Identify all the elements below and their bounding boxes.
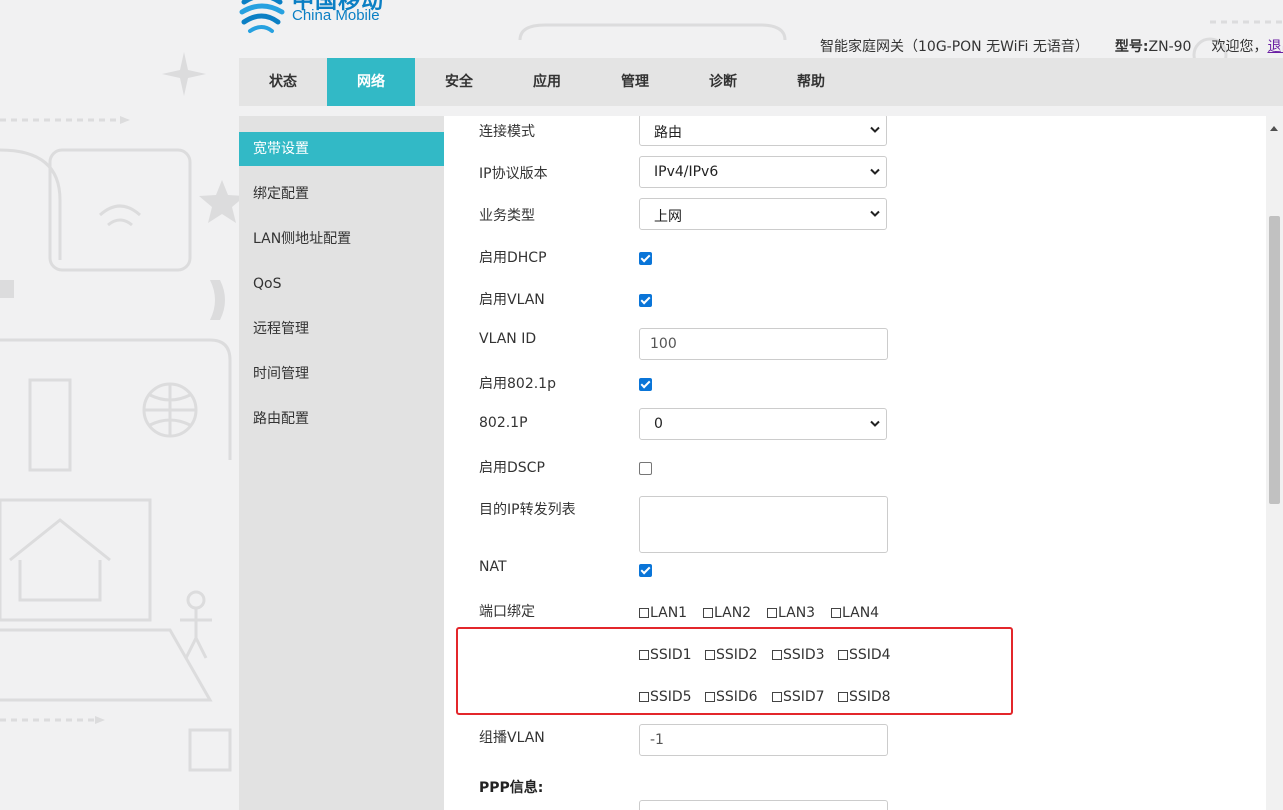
multicast-vlan-input[interactable]: -1 (639, 724, 888, 756)
scroll-thumb[interactable] (1269, 216, 1280, 504)
enable-dhcp-checkbox[interactable] (639, 252, 652, 265)
service-type-label: 业务类型 (479, 208, 535, 224)
enable-vlan-label: 启用VLAN (479, 292, 545, 308)
china-mobile-logo: 中国移动 China Mobile (238, 0, 398, 40)
p8021-select[interactable]: 0 (639, 408, 887, 440)
connection-mode-label: 连接模式 (479, 124, 535, 140)
vlan-id-value: 100 (650, 336, 677, 352)
port-option-ssid5[interactable]: SSID5 (639, 689, 692, 705)
port-option-lan3[interactable]: LAN3 (767, 605, 815, 621)
tab-application[interactable]: 应用 (503, 58, 591, 106)
connection-mode-value: 路由 (654, 125, 682, 141)
port-option-ssid8[interactable]: SSID8 (838, 689, 891, 705)
enable-vlan-checkbox[interactable] (639, 294, 652, 307)
tab-network[interactable]: 网络 (327, 58, 415, 106)
p8021-label: 802.1P (479, 415, 528, 431)
ip-version-label: IP协议版本 (479, 166, 548, 182)
vlan-id-label: VLAN ID (479, 331, 537, 347)
vlan-id-input[interactable]: 100 (639, 328, 888, 360)
sidebar-item-routing[interactable]: 路由配置 (239, 402, 444, 436)
checkbox-icon (703, 608, 713, 618)
connection-mode-select[interactable]: 路由 (639, 116, 887, 146)
header: 中国移动 China Mobile 智能家庭网关（10G-PON 无WiFi 无… (0, 0, 1283, 58)
ppp-username-input[interactable] (639, 800, 888, 810)
port-option-ssid7[interactable]: SSID7 (772, 689, 825, 705)
checkbox-icon (838, 692, 848, 702)
port-option-ssid3[interactable]: SSID3 (772, 647, 825, 663)
chevron-down-icon (870, 126, 880, 133)
checkbox-icon (705, 650, 715, 660)
nat-checkbox[interactable] (639, 564, 652, 577)
tab-management[interactable]: 管理 (591, 58, 679, 106)
ppp-info-heading: PPP信息: (479, 780, 544, 796)
port-option-ssid6[interactable]: SSID6 (705, 689, 758, 705)
sidebar-item-binding[interactable]: 绑定配置 (239, 177, 444, 211)
checkbox-icon (705, 692, 715, 702)
port-option-ssid2[interactable]: SSID2 (705, 647, 758, 663)
tab-help[interactable]: 帮助 (767, 58, 855, 106)
header-info: 智能家庭网关（10G-PON 无WiFi 无语音） 型号:ZN-90 欢迎您，退出 (820, 36, 1283, 56)
p8021-value: 0 (654, 416, 663, 432)
sidebar-item-lan-address[interactable]: LAN侧地址配置 (239, 222, 444, 256)
enable-8021p-label: 启用802.1p (479, 376, 556, 392)
checkbox-icon (831, 608, 841, 618)
checkbox-icon (838, 650, 848, 660)
sidebar-item-qos[interactable]: QoS (239, 267, 444, 301)
chevron-down-icon (870, 210, 880, 217)
sidebar-item-time-management[interactable]: 时间管理 (239, 357, 444, 391)
top-nav: 状态 网络 安全 应用 管理 诊断 帮助 (239, 58, 1283, 106)
model-label: 型号: (1114, 39, 1149, 55)
port-binding-label: 端口绑定 (479, 604, 535, 620)
port-option-ssid1[interactable]: SSID1 (639, 647, 692, 663)
model-value: ZN-90 (1148, 39, 1192, 55)
nat-label: NAT (479, 559, 507, 575)
dest-ip-list-textarea[interactable] (639, 496, 888, 553)
welcome-text: 欢迎您， (1211, 39, 1268, 55)
service-type-select[interactable]: 上网 (639, 198, 887, 230)
port-option-ssid4[interactable]: SSID4 (838, 647, 891, 663)
sidebar: 宽带设置 绑定配置 LAN侧地址配置 QoS 远程管理 时间管理 路由配置 (239, 116, 444, 810)
logout-link[interactable]: 退出 (1267, 39, 1283, 55)
enable-dhcp-label: 启用DHCP (479, 250, 547, 266)
ip-version-select[interactable]: IPv4/IPv6 (639, 156, 887, 188)
broadband-settings-form: 连接模式 路由 IP协议版本 IPv4/IPv6 业务类型 上网 启用DHCP … (444, 116, 1266, 810)
checkbox-icon (639, 650, 649, 660)
checkbox-icon (772, 650, 782, 660)
service-type-value: 上网 (654, 209, 682, 225)
sidebar-item-remote-management[interactable]: 远程管理 (239, 312, 444, 346)
chevron-down-icon (870, 168, 880, 175)
sidebar-item-broadband[interactable]: 宽带设置 (239, 132, 444, 166)
scroll-up-arrow-icon[interactable] (1270, 126, 1278, 131)
enable-dscp-label: 启用DSCP (479, 460, 545, 476)
device-name: 智能家庭网关（10G-PON 无WiFi 无语音） (820, 39, 1089, 55)
tab-status[interactable]: 状态 (239, 58, 327, 106)
enable-8021p-checkbox[interactable] (639, 378, 652, 391)
scrollbar[interactable] (1266, 116, 1283, 810)
tab-security[interactable]: 安全 (415, 58, 503, 106)
port-option-lan1[interactable]: LAN1 (639, 605, 687, 621)
port-option-lan2[interactable]: LAN2 (703, 605, 751, 621)
checkbox-icon (772, 692, 782, 702)
multicast-vlan-label: 组播VLAN (479, 730, 545, 746)
chevron-down-icon (870, 420, 880, 427)
checkbox-icon (767, 608, 777, 618)
tab-diagnosis[interactable]: 诊断 (679, 58, 767, 106)
logo-text-en: China Mobile (292, 7, 380, 24)
dest-ip-list-label: 目的IP转发列表 (479, 502, 576, 518)
multicast-vlan-value: -1 (650, 732, 664, 748)
checkbox-icon (639, 608, 649, 618)
china-mobile-logo-icon (239, 0, 285, 33)
port-option-lan4[interactable]: LAN4 (831, 605, 879, 621)
ip-version-value: IPv4/IPv6 (654, 164, 719, 180)
checkbox-icon (639, 692, 649, 702)
enable-dscp-checkbox[interactable] (639, 462, 652, 475)
